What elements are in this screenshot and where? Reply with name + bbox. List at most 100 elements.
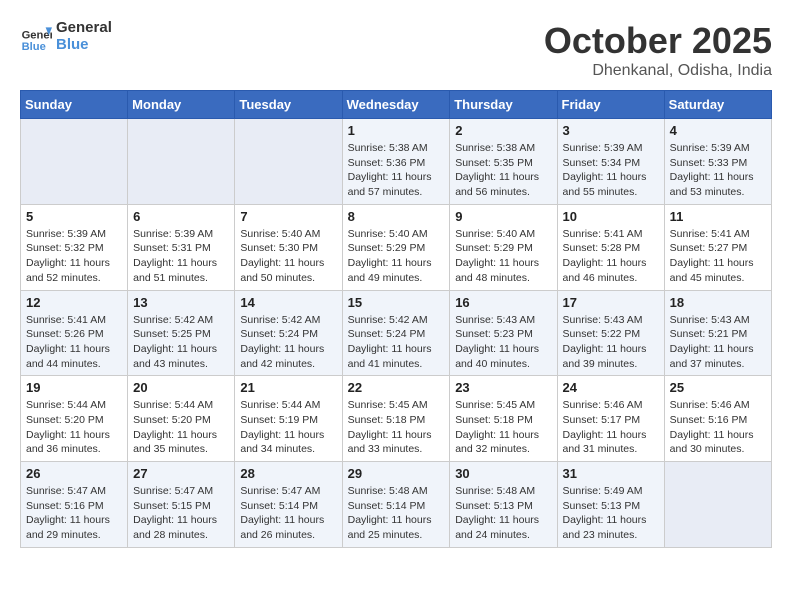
- day-info: Sunrise: 5:46 AMSunset: 5:16 PMDaylight:…: [670, 398, 766, 457]
- weekday-header-row: SundayMondayTuesdayWednesdayThursdayFrid…: [21, 91, 772, 119]
- calendar-cell: 7 Sunrise: 5:40 AMSunset: 5:30 PMDaylight…: [235, 204, 342, 290]
- day-info: Sunrise: 5:41 AMSunset: 5:28 PMDaylight:…: [563, 227, 659, 286]
- calendar-cell: 2 Sunrise: 5:38 AMSunset: 5:35 PMDaylight…: [450, 119, 557, 205]
- day-info: Sunrise: 5:44 AMSunset: 5:20 PMDaylight:…: [133, 398, 229, 457]
- day-number: 1: [348, 123, 445, 138]
- day-number: 21: [240, 380, 336, 395]
- day-number: 24: [563, 380, 659, 395]
- weekday-header-saturday: Saturday: [664, 91, 771, 119]
- weekday-header-friday: Friday: [557, 91, 664, 119]
- title-area: October 2025 Dhenkanal, Odisha, India: [544, 20, 772, 80]
- calendar-cell: 30 Sunrise: 5:48 AMSunset: 5:13 PMDayligh…: [450, 462, 557, 548]
- day-info: Sunrise: 5:46 AMSunset: 5:17 PMDaylight:…: [563, 398, 659, 457]
- day-info: Sunrise: 5:41 AMSunset: 5:26 PMDaylight:…: [26, 313, 122, 372]
- day-number: 22: [348, 380, 445, 395]
- weekday-header-wednesday: Wednesday: [342, 91, 450, 119]
- calendar-cell: 31 Sunrise: 5:49 AMSunset: 5:13 PMDayligh…: [557, 462, 664, 548]
- calendar-cell: 8 Sunrise: 5:40 AMSunset: 5:29 PMDaylight…: [342, 204, 450, 290]
- day-info: Sunrise: 5:39 AMSunset: 5:31 PMDaylight:…: [133, 227, 229, 286]
- day-number: 2: [455, 123, 551, 138]
- calendar-cell: 24 Sunrise: 5:46 AMSunset: 5:17 PMDayligh…: [557, 376, 664, 462]
- day-info: Sunrise: 5:47 AMSunset: 5:15 PMDaylight:…: [133, 484, 229, 543]
- day-number: 23: [455, 380, 551, 395]
- calendar-cell: 18 Sunrise: 5:43 AMSunset: 5:21 PMDayligh…: [664, 290, 771, 376]
- day-info: Sunrise: 5:40 AMSunset: 5:30 PMDaylight:…: [240, 227, 336, 286]
- calendar-cell: 29 Sunrise: 5:48 AMSunset: 5:14 PMDayligh…: [342, 462, 450, 548]
- calendar-header: SundayMondayTuesdayWednesdayThursdayFrid…: [21, 91, 772, 119]
- day-info: Sunrise: 5:40 AMSunset: 5:29 PMDaylight:…: [455, 227, 551, 286]
- day-number: 15: [348, 295, 445, 310]
- calendar-cell: 26 Sunrise: 5:47 AMSunset: 5:16 PMDayligh…: [21, 462, 128, 548]
- day-info: Sunrise: 5:41 AMSunset: 5:27 PMDaylight:…: [670, 227, 766, 286]
- day-info: Sunrise: 5:40 AMSunset: 5:29 PMDaylight:…: [348, 227, 445, 286]
- day-number: 14: [240, 295, 336, 310]
- location-title: Dhenkanal, Odisha, India: [544, 62, 772, 80]
- day-number: 28: [240, 466, 336, 481]
- header: General Blue General Blue October 2025 D…: [20, 20, 772, 80]
- weekday-header-sunday: Sunday: [21, 91, 128, 119]
- calendar-week-2: 5Sunrise: 5:39 AMSunset: 5:32 PMDaylight…: [21, 204, 772, 290]
- calendar-cell: 16Sunrise: 5:43 AMSunset: 5:23 PMDayligh…: [450, 290, 557, 376]
- calendar-cell: 23 Sunrise: 5:45 AMSunset: 5:18 PMDayligh…: [450, 376, 557, 462]
- day-info: Sunrise: 5:43 AMSunset: 5:23 PMDaylight:…: [455, 313, 551, 372]
- day-info: Sunrise: 5:45 AMSunset: 5:18 PMDaylight:…: [348, 398, 445, 457]
- calendar-cell: 15Sunrise: 5:42 AMSunset: 5:24 PMDayligh…: [342, 290, 450, 376]
- day-info: Sunrise: 5:48 AMSunset: 5:13 PMDaylight:…: [455, 484, 551, 543]
- calendar-cell: 6 Sunrise: 5:39 AMSunset: 5:31 PMDaylight…: [128, 204, 235, 290]
- day-number: 10: [563, 209, 659, 224]
- calendar-cell: 14Sunrise: 5:42 AMSunset: 5:24 PMDayligh…: [235, 290, 342, 376]
- calendar-cell: 5Sunrise: 5:39 AMSunset: 5:32 PMDaylight…: [21, 204, 128, 290]
- day-number: 26: [26, 466, 122, 481]
- logo-text-line1: General: [56, 20, 112, 37]
- day-number: 8: [348, 209, 445, 224]
- day-number: 7: [240, 209, 336, 224]
- day-number: 12: [26, 295, 122, 310]
- day-number: 6: [133, 209, 229, 224]
- day-number: 13: [133, 295, 229, 310]
- calendar-cell: 17Sunrise: 5:43 AMSunset: 5:22 PMDayligh…: [557, 290, 664, 376]
- calendar-cell: 28 Sunrise: 5:47 AMSunset: 5:14 PMDayligh…: [235, 462, 342, 548]
- day-info: Sunrise: 5:44 AMSunset: 5:19 PMDaylight:…: [240, 398, 336, 457]
- day-number: 18: [670, 295, 766, 310]
- day-info: Sunrise: 5:48 AMSunset: 5:14 PMDaylight:…: [348, 484, 445, 543]
- day-number: 11: [670, 209, 766, 224]
- calendar-week-1: 1 Sunrise: 5:38 AMSunset: 5:36 PMDaylight…: [21, 119, 772, 205]
- calendar-cell: 21 Sunrise: 5:44 AMSunset: 5:19 PMDayligh…: [235, 376, 342, 462]
- calendar-cell: 22 Sunrise: 5:45 AMSunset: 5:18 PMDayligh…: [342, 376, 450, 462]
- day-number: 17: [563, 295, 659, 310]
- day-info: Sunrise: 5:49 AMSunset: 5:13 PMDaylight:…: [563, 484, 659, 543]
- calendar-cell: 20 Sunrise: 5:44 AMSunset: 5:20 PMDayligh…: [128, 376, 235, 462]
- logo: General Blue General Blue: [20, 20, 112, 53]
- day-number: 30: [455, 466, 551, 481]
- day-number: 31: [563, 466, 659, 481]
- day-info: Sunrise: 5:42 AMSunset: 5:25 PMDaylight:…: [133, 313, 229, 372]
- calendar-week-4: 19Sunrise: 5:44 AMSunset: 5:20 PMDayligh…: [21, 376, 772, 462]
- day-info: Sunrise: 5:39 AMSunset: 5:32 PMDaylight:…: [26, 227, 122, 286]
- calendar-cell: 25Sunrise: 5:46 AMSunset: 5:16 PMDayligh…: [664, 376, 771, 462]
- calendar-cell: [235, 119, 342, 205]
- calendar-week-3: 12 Sunrise: 5:41 AMSunset: 5:26 PMDayligh…: [21, 290, 772, 376]
- calendar-cell: 13 Sunrise: 5:42 AMSunset: 5:25 PMDayligh…: [128, 290, 235, 376]
- day-info: Sunrise: 5:38 AMSunset: 5:35 PMDaylight:…: [455, 141, 551, 200]
- calendar-cell: 1 Sunrise: 5:38 AMSunset: 5:36 PMDaylight…: [342, 119, 450, 205]
- day-info: Sunrise: 5:45 AMSunset: 5:18 PMDaylight:…: [455, 398, 551, 457]
- day-number: 9: [455, 209, 551, 224]
- day-number: 20: [133, 380, 229, 395]
- weekday-header-tuesday: Tuesday: [235, 91, 342, 119]
- calendar: SundayMondayTuesdayWednesdayThursdayFrid…: [20, 90, 772, 548]
- weekday-header-thursday: Thursday: [450, 91, 557, 119]
- calendar-cell: [664, 462, 771, 548]
- day-info: Sunrise: 5:38 AMSunset: 5:36 PMDaylight:…: [348, 141, 445, 200]
- day-info: Sunrise: 5:39 AMSunset: 5:34 PMDaylight:…: [563, 141, 659, 200]
- day-info: Sunrise: 5:43 AMSunset: 5:21 PMDaylight:…: [670, 313, 766, 372]
- weekday-header-monday: Monday: [128, 91, 235, 119]
- calendar-cell: 9 Sunrise: 5:40 AMSunset: 5:29 PMDaylight…: [450, 204, 557, 290]
- day-number: 3: [563, 123, 659, 138]
- month-title: October 2025: [544, 20, 772, 62]
- day-info: Sunrise: 5:47 AMSunset: 5:16 PMDaylight:…: [26, 484, 122, 543]
- day-number: 27: [133, 466, 229, 481]
- day-info: Sunrise: 5:44 AMSunset: 5:20 PMDaylight:…: [26, 398, 122, 457]
- day-number: 29: [348, 466, 445, 481]
- calendar-cell: 10 Sunrise: 5:41 AMSunset: 5:28 PMDayligh…: [557, 204, 664, 290]
- day-info: Sunrise: 5:47 AMSunset: 5:14 PMDaylight:…: [240, 484, 336, 543]
